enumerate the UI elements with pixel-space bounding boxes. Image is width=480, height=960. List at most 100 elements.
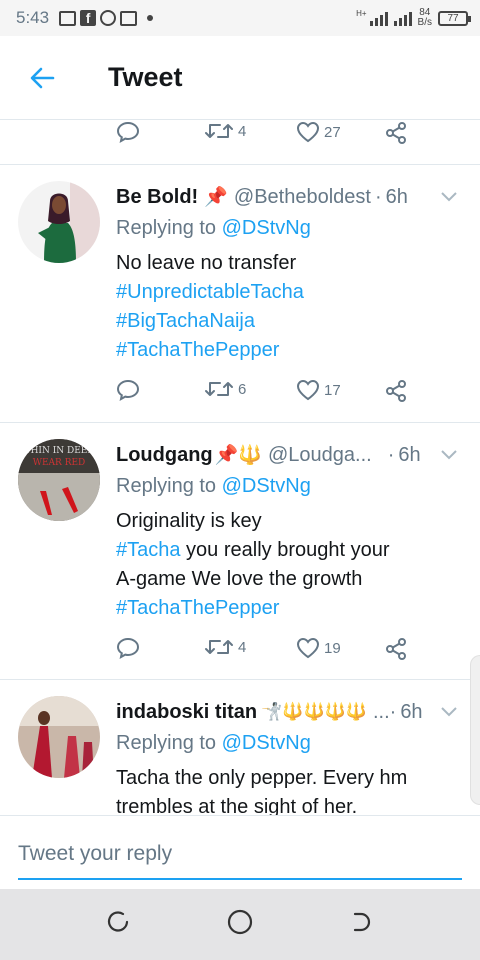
like-icon — [296, 379, 320, 401]
app-header: Tweet — [0, 36, 480, 120]
back-nav-button[interactable] — [349, 910, 373, 939]
tweet-menu-button[interactable] — [438, 186, 460, 208]
tweet[interactable]: indaboski titan 🤺🔱🔱🔱🔱 ... · 6h Replying … — [0, 680, 480, 815]
notification-icons: f — [59, 10, 154, 26]
tweet-time: 6h — [385, 185, 408, 208]
tweet-actions: 6 17 — [116, 379, 460, 425]
like-button[interactable]: 17 — [296, 379, 384, 401]
home-icon — [227, 909, 253, 935]
like-count: 27 — [324, 123, 341, 141]
replying-to-link[interactable]: @DStvNg — [222, 217, 311, 239]
like-count: 19 — [324, 639, 341, 657]
replying-to: Replying to @DStvNg — [116, 732, 460, 758]
tweet-menu-button[interactable] — [438, 701, 460, 723]
replying-to-link[interactable]: @DStvNg — [222, 475, 311, 497]
reply-icon — [116, 637, 140, 659]
reply-icon — [116, 121, 140, 143]
back-nav-icon — [353, 912, 370, 932]
reply-icon — [116, 379, 140, 401]
retweet-count: 4 — [238, 638, 247, 656]
tweet-text-line: A-game We love the growth — [116, 568, 363, 590]
avatar[interactable] — [18, 181, 100, 263]
tweet[interactable]: THIN IN DEEP WEAR RED Loudgang 📌🔱 @Loudg… — [0, 423, 480, 680]
retweet-count: 4 — [238, 122, 247, 140]
share-button[interactable] — [384, 121, 408, 145]
hashtag-link[interactable]: #BigTachaNaija — [116, 307, 460, 336]
battery-icon: 77 — [438, 10, 471, 26]
author-handle[interactable]: ... — [373, 701, 390, 724]
svg-text:WEAR RED: WEAR RED — [33, 458, 86, 468]
like-count: 17 — [324, 381, 341, 399]
retweet-button[interactable]: 6 — [204, 379, 296, 399]
tweet-feed[interactable]: 4 27 Be Bold! 📌 @Betheboldest · 6h Reply… — [0, 121, 480, 815]
tweet[interactable]: Be Bold! 📌 @Betheboldest · 6h Replying t… — [0, 165, 480, 423]
retweet-count: 6 — [238, 380, 247, 398]
replying-to: Replying to @DStvNg — [116, 475, 460, 501]
like-button[interactable]: 27 — [296, 121, 384, 143]
tweet-text-line: Originality is key — [116, 510, 262, 532]
author-name[interactable]: indaboski titan — [116, 701, 257, 724]
retweet-icon — [205, 382, 233, 396]
tweet-text-fragment: you really brought your — [180, 539, 390, 561]
tweet-text: Originality is key #Tacha you really bro… — [116, 507, 460, 623]
share-button[interactable] — [384, 637, 408, 661]
tweet-text-line: Tacha the only pepper. Every hm — [116, 767, 408, 789]
system-nav-bar — [0, 889, 480, 960]
retweet-icon — [205, 124, 233, 138]
network-speed: 84 B/s — [418, 8, 432, 28]
avatar[interactable]: THIN IN DEEP WEAR RED — [18, 439, 100, 521]
chevron-down-icon — [441, 450, 457, 460]
tweet-text-line: No leave no transfer — [116, 252, 297, 274]
author-handle[interactable]: @Loudga... — [268, 444, 372, 467]
reply-button[interactable] — [116, 121, 204, 143]
chevron-down-icon — [441, 192, 457, 202]
status-bar: 5:43 f H+ 84 B/s 77 — [0, 0, 480, 36]
tweet-menu-button[interactable] — [438, 444, 460, 466]
page-title: Tweet — [108, 62, 183, 92]
back-button[interactable] — [22, 58, 62, 98]
replying-to-link[interactable]: @DStvNg — [222, 732, 311, 754]
reply-bar: Tweet your reply — [0, 815, 480, 889]
hashtag-link[interactable]: #Tacha — [116, 539, 181, 561]
author-name[interactable]: Be Bold! — [116, 186, 198, 209]
hashtag-link[interactable]: #UnpredictableTacha — [116, 278, 460, 307]
tweet-time: 6h — [398, 443, 421, 466]
tweet-actions: 4 19 — [116, 637, 460, 683]
reply-button[interactable] — [116, 379, 204, 401]
chevron-down-icon — [441, 707, 457, 717]
retweet-button[interactable]: 4 — [204, 121, 296, 141]
author-emoji: 📌 — [204, 187, 228, 208]
hashtag-link[interactable]: #TachaThePepper — [116, 336, 460, 365]
separator-dot: · — [374, 185, 382, 208]
author-name[interactable]: Loudgang — [116, 444, 213, 467]
share-button[interactable] — [384, 379, 408, 403]
tweet-time: 6h — [400, 700, 423, 723]
network-speed-unit: B/s — [417, 17, 432, 28]
mail-notification-icon — [120, 10, 138, 26]
reply-button[interactable] — [116, 637, 204, 659]
recent-apps-icon — [108, 911, 129, 932]
svg-text:THIN IN DEEP: THIN IN DEEP — [25, 446, 94, 456]
edge-scroll-handle[interactable] — [470, 655, 480, 805]
reply-input[interactable]: Tweet your reply — [18, 838, 462, 880]
home-button[interactable] — [226, 908, 254, 941]
previous-tweet-actions: 4 27 — [0, 121, 480, 165]
back-arrow-icon — [30, 67, 55, 88]
signal-strength-icon-2 — [393, 10, 412, 26]
tweet-text-line: #Tacha you really brought your — [116, 536, 460, 565]
retweet-button[interactable]: 4 — [204, 637, 296, 657]
retweet-icon — [205, 640, 233, 654]
hashtag-link[interactable]: #TachaThePepper — [116, 594, 460, 623]
tweet-text: Tacha the only pepper. Every hm trembles… — [116, 764, 460, 815]
like-icon — [296, 637, 320, 659]
tweet-text-line: trembles at the sight of her. — [116, 796, 358, 815]
author-handle[interactable]: @Betheboldest — [234, 186, 371, 209]
recent-apps-button[interactable] — [107, 910, 131, 939]
status-time: 5:43 — [16, 8, 50, 27]
like-button[interactable]: 19 — [296, 637, 384, 659]
replying-to-label: Replying to — [116, 475, 217, 497]
tweet-text: No leave no transfer #UnpredictableTacha… — [116, 249, 460, 365]
message-notification-icon — [59, 10, 77, 26]
avatar[interactable] — [18, 696, 100, 778]
replying-to-label: Replying to — [116, 732, 217, 754]
